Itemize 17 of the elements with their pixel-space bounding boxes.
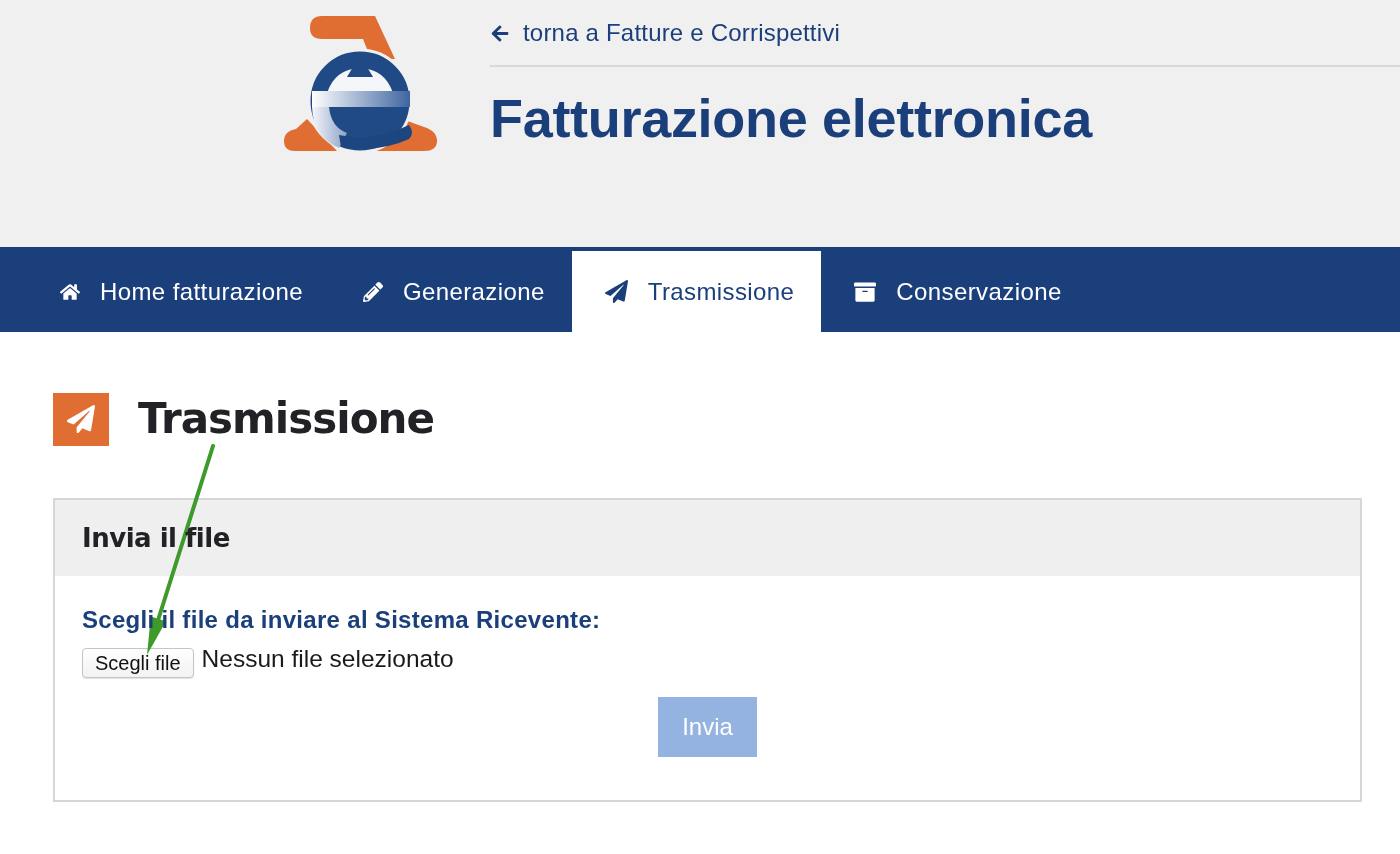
file-status-text: Nessun file selezionato (201, 645, 454, 673)
archive-box-icon (854, 280, 877, 303)
field-label: Scegli il file da inviare al Sistema Ricevente: (82, 606, 601, 634)
left-arrow-icon (490, 23, 510, 43)
back-link[interactable]: torna a Fatture e Corrispettivi (490, 19, 840, 47)
choose-file-button[interactable]: Scegli file (82, 648, 194, 678)
page-title: Trasmissione (138, 393, 434, 445)
site-title: Fatturazione elettronica (490, 87, 1094, 150)
paper-plane-icon (604, 280, 628, 303)
home-icon (60, 281, 80, 302)
nav-tab[interactable]: Home fatturazione (27, 251, 330, 332)
nav-tab[interactable]: Trasmissione (571, 251, 822, 332)
panel-title: Invia il file (82, 523, 230, 553)
nav-tab[interactable]: Generazione (329, 251, 572, 332)
paper-plane-icon (53, 392, 109, 446)
pencil-icon (362, 281, 383, 302)
nav-tab[interactable]: Conservazione (821, 251, 1089, 332)
